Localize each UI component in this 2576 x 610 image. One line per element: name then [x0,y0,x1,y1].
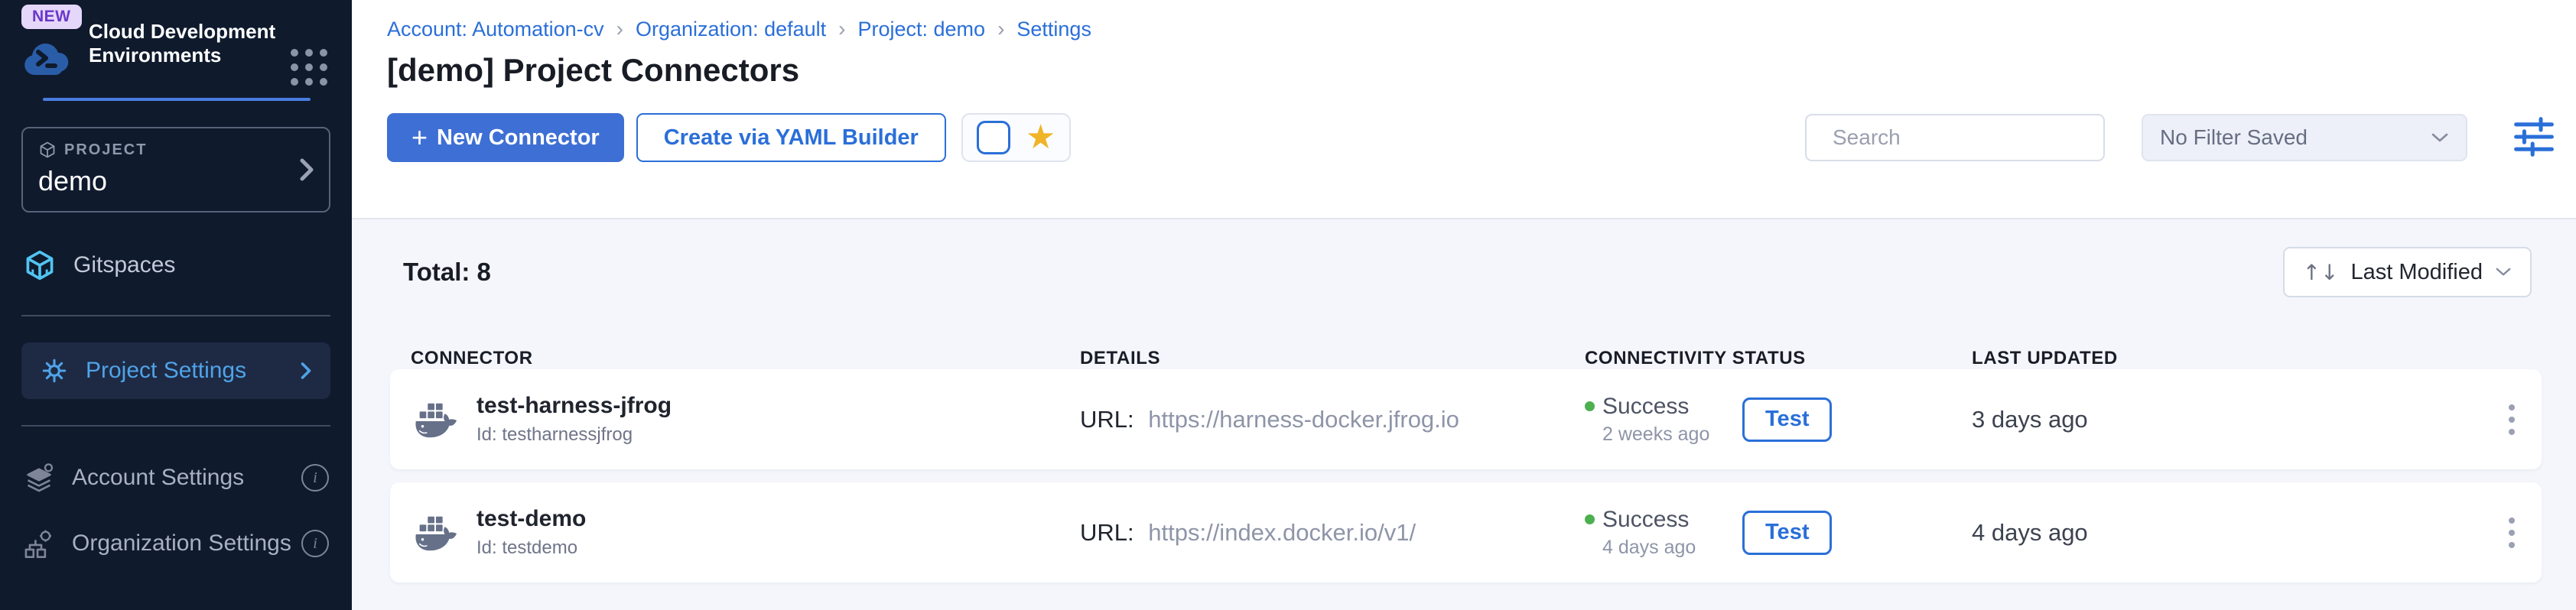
sidebar-item-account-settings[interactable]: Account Settings i [0,454,352,501]
sidebar-item-label: Gitspaces [73,252,175,278]
gear-icon [40,356,69,385]
favorites-filter-group: ★ [961,113,1071,162]
docker-icon [411,509,458,556]
breadcrumb-settings-link[interactable]: Settings [1016,18,1091,41]
info-icon[interactable]: i [301,464,329,492]
breadcrumb-organization-link[interactable]: Organization: default [636,18,826,41]
cloud-logo-icon [21,35,72,76]
url-value: https://harness-docker.jfrog.io [1148,406,1459,433]
account-settings-icon [23,462,55,494]
page-title: [demo] Project Connectors [387,52,2558,89]
details-cell: URL: https://index.docker.io/v1/ [1080,519,1585,547]
table-row[interactable]: test-harness-jfrog Id: testharnessjfrog … [390,369,2542,469]
column-header-connectivity-status: CONNECTIVITY STATUS [1585,348,1972,369]
plus-icon: + [411,124,428,151]
column-header-connector: CONNECTOR [411,348,1080,369]
sidebar-item-label: Project Settings [86,358,246,384]
sidebar-item-organization-settings[interactable]: Organization Settings i [0,520,352,567]
saved-filter-value: No Filter Saved [2160,125,2308,150]
status-text: Success [1602,507,1689,533]
row-menu-button[interactable] [2503,511,2521,554]
connector-cell: test-demo Id: testdemo [411,506,1080,559]
star-icon[interactable]: ★ [1026,121,1055,154]
success-dot-icon [1585,401,1595,411]
breadcrumb: Account: Automation-cv › Organization: d… [387,17,2558,41]
connectivity-status-cell: Success 2 weeks ago Test [1585,394,1972,446]
connector-id: Id: testdemo [476,537,586,559]
apps-grid-icon[interactable] [291,49,327,86]
last-updated-cell: 3 days ago [1972,406,2482,433]
breadcrumb-separator: › [616,17,623,41]
search-input[interactable] [1831,125,2110,151]
connector-name: test-demo [476,506,586,532]
product-title: Cloud Development Environments [89,20,278,67]
url-label: URL: [1080,406,1134,433]
saved-filter-dropdown[interactable]: No Filter Saved [2142,114,2467,161]
page-header: Account: Automation-cv › Organization: d… [352,0,2576,219]
status-time: 2 weeks ago [1602,423,1742,446]
column-header-last-updated: LAST UPDATED [1972,348,2482,369]
filter-sliders-icon [2510,116,2558,157]
sidebar-item-label: Account Settings [72,465,244,491]
new-connector-button[interactable]: + New Connector [387,113,624,162]
chevron-down-icon [2431,132,2449,144]
logo-underline [43,98,311,101]
new-connector-label: New Connector [437,125,600,151]
table-row[interactable]: test-demo Id: testdemo URL: https://inde… [390,482,2542,582]
breadcrumb-separator: › [997,17,1004,41]
success-dot-icon [1585,514,1595,524]
test-button[interactable]: Test [1742,511,1832,555]
url-value: https://index.docker.io/v1/ [1148,519,1416,546]
connectivity-status-cell: Success 4 days ago Test [1585,507,1972,559]
total-count: Total: 8 [403,258,491,287]
breadcrumb-project-link[interactable]: Project: demo [857,18,985,41]
breadcrumb-account-link[interactable]: Account: Automation-cv [387,18,604,41]
docker-icon [411,396,458,443]
last-updated-cell: 4 days ago [1972,519,2482,547]
sidebar-item-project-settings[interactable]: Project Settings [21,342,330,399]
favorites-checkbox[interactable] [977,121,1010,154]
connector-cell: test-harness-jfrog Id: testharnessjfrog [411,393,1080,446]
sort-arrows-icon: ↑↓ [2303,260,2339,285]
chevron-right-icon [298,157,315,183]
project-selector-value: demo [38,165,314,197]
app-screen: NEW Cloud Development Environments P [0,0,2576,610]
gitspaces-icon [23,248,57,282]
search-box [1805,114,2105,161]
project-selector[interactable]: PROJECT demo [21,127,330,213]
list-summary-row: Total: 8 ↑↓ Last Modified [403,247,2532,297]
chevron-right-icon [300,361,312,381]
create-via-yaml-builder-button[interactable]: Create via YAML Builder [636,113,946,162]
info-icon[interactable]: i [301,530,329,557]
row-menu-button[interactable] [2503,398,2521,441]
sidebar: NEW Cloud Development Environments P [0,0,352,610]
toolbar: + New Connector Create via YAML Builder … [387,113,2558,162]
new-badge: NEW [21,5,82,29]
logo-block: NEW Cloud Development Environments [0,0,352,101]
status-text: Success [1602,394,1689,420]
cube-icon [38,141,57,159]
breadcrumb-separator: › [838,17,845,41]
test-button[interactable]: Test [1742,397,1832,442]
sidebar-item-label: Organization Settings [72,531,291,556]
details-cell: URL: https://harness-docker.jfrog.io [1080,406,1585,433]
chevron-down-icon [2495,267,2512,277]
table-header-row: CONNECTOR DETAILS CONNECTIVITY STATUS LA… [390,348,2542,369]
project-selector-label: PROJECT [64,141,147,159]
connector-name: test-harness-jfrog [476,393,672,419]
sidebar-divider [21,315,330,316]
sidebar-divider [21,425,330,427]
column-header-details: DETAILS [1080,348,1585,369]
sort-value: Last Modified [2351,260,2483,285]
url-label: URL: [1080,519,1134,546]
status-time: 4 days ago [1602,537,1742,559]
sort-dropdown[interactable]: ↑↓ Last Modified [2283,247,2532,297]
organization-settings-icon [23,527,55,560]
filter-sliders-button[interactable] [2510,116,2558,160]
sidebar-item-gitspaces[interactable]: Gitspaces [0,242,352,289]
connectors-list: Total: 8 ↑↓ Last Modified CONNECTOR DETA… [352,219,2576,610]
connector-id: Id: testharnessjfrog [476,424,672,446]
